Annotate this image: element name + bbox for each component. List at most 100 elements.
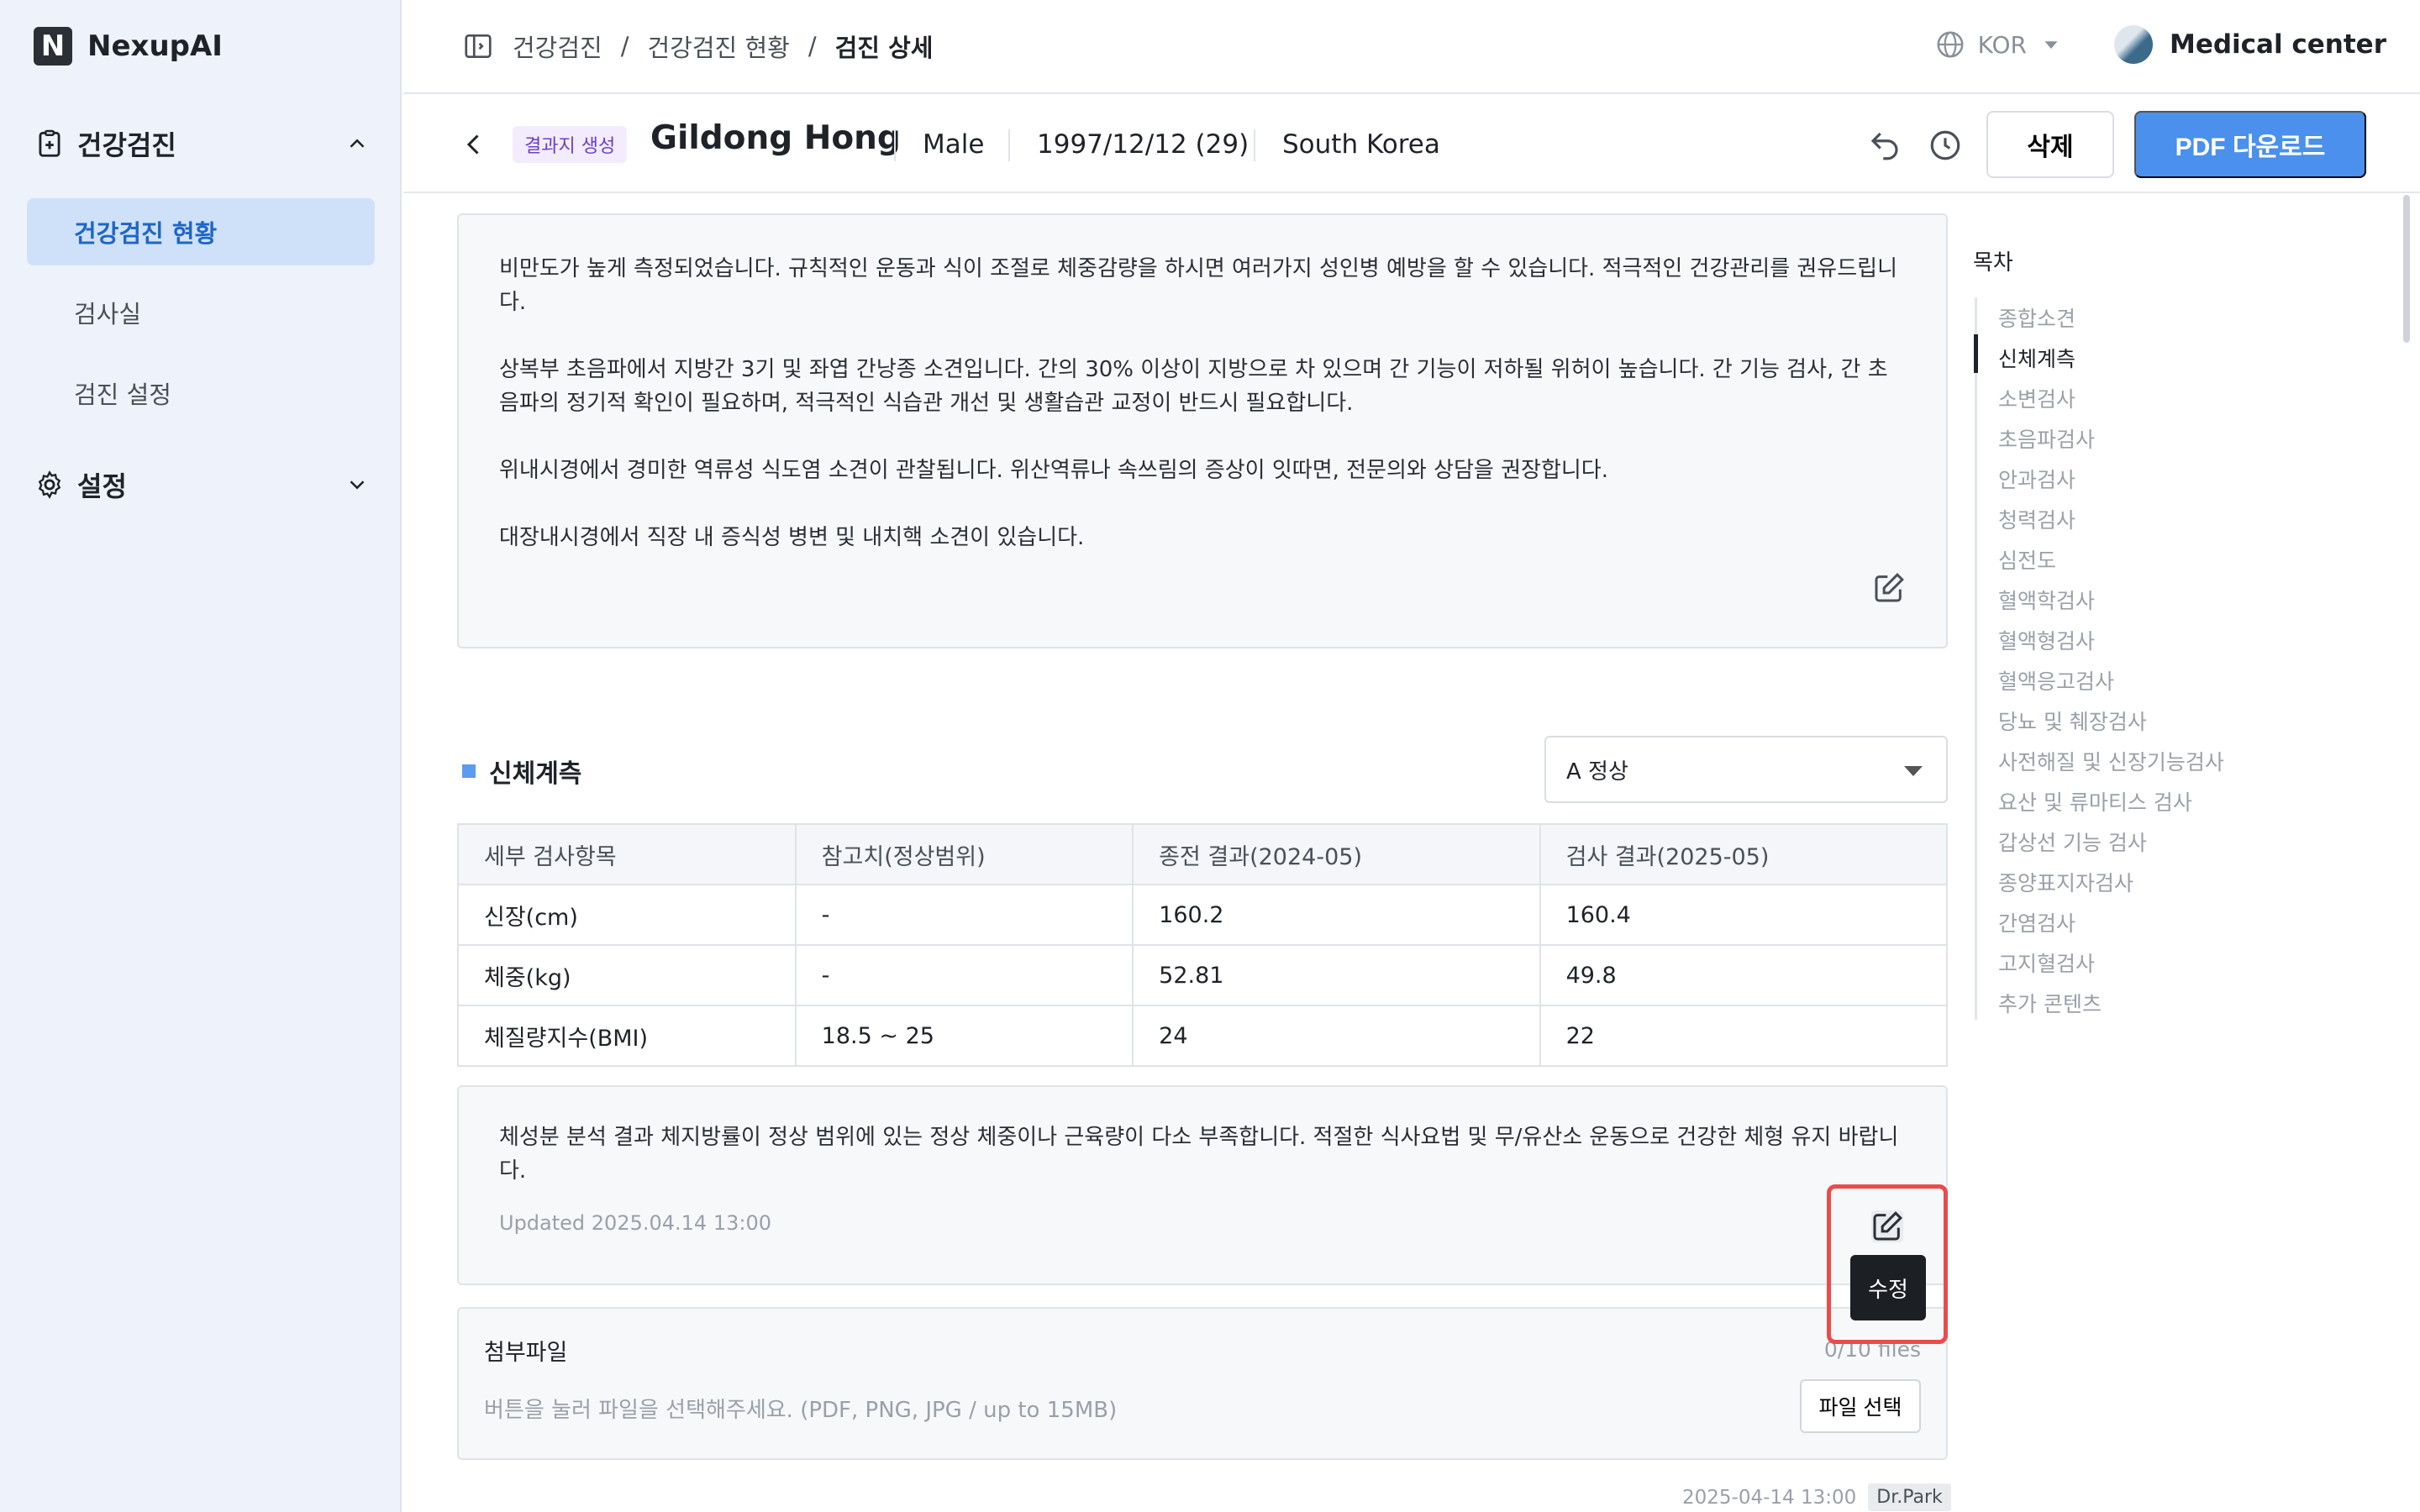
table-cell: 신장(cm): [457, 884, 797, 946]
table-row: 체중(kg) - 52.81 49.8: [457, 944, 1949, 1006]
toc-item[interactable]: 종합소견: [1998, 297, 2224, 338]
summary-paragraph: 위내시경에서 경미한 역류성 식도염 소견이 관찰됩니다. 위산역류나 속쓰림의…: [499, 458, 1608, 483]
table-cell: 160.4: [1539, 884, 1949, 946]
table-header-row: 세부 검사항목 참고치(정상범위) 종전 결과(2024-05) 검사 결과(2…: [457, 823, 1949, 885]
table-row: 체질량지수(BMI) 18.5 ~ 25 24 22: [457, 1005, 1949, 1067]
doctor-tag: Dr.Park: [1868, 1483, 1951, 1511]
delete-button[interactable]: 삭제: [1986, 111, 2114, 178]
breadcrumb-separator: /: [620, 32, 629, 60]
divider: [1254, 129, 1255, 161]
attachments-hint: 버튼을 눌러 파일을 선택해주세요. (PDF, PNG, JPG / up t…: [484, 1398, 1118, 1423]
column-header: 검사 결과(2025-05): [1539, 823, 1949, 885]
sidebar-toggle-icon[interactable]: [462, 30, 494, 62]
avatar[interactable]: [2113, 25, 2153, 64]
top-bar: 건강검진 / 건강검진 현황 / 검진 상세 KOR Medical cente…: [403, 0, 2420, 94]
toc-item[interactable]: 요산 및 류마티스 검사: [1998, 781, 2224, 822]
table-cell: -: [794, 884, 1134, 946]
toc-item-active[interactable]: 신체계측: [1998, 338, 2224, 378]
toc-item[interactable]: 안과검사: [1998, 459, 2224, 499]
patient-sex: Male: [923, 129, 985, 160]
logo-mark: N: [34, 27, 72, 66]
toc-list: 종합소견 신체계측 소변검사 초음파검사 안과검사 청력검사 심전도 혈액학검사…: [1998, 297, 2224, 1023]
toc-item[interactable]: 고지혈검사: [1998, 942, 2224, 983]
edit-icon[interactable]: [1870, 1210, 1904, 1243]
table-cell: 18.5 ~ 25: [794, 1005, 1134, 1067]
pdf-download-button[interactable]: PDF 다운로드: [2134, 111, 2366, 178]
file-select-button[interactable]: 파일 선택: [1800, 1379, 1921, 1433]
table-cell: 체중(kg): [457, 944, 797, 1006]
section-marker: [462, 764, 476, 778]
toc-item[interactable]: 종양표지자검사: [1998, 862, 2224, 902]
summary-paragraph: 비만도가 높게 측정되었습니다. 규칙적인 운동과 식이 조절로 체중감량을 하…: [499, 256, 1897, 315]
table-cell: 52.81: [1132, 944, 1541, 1006]
history-clock-icon[interactable]: [1928, 128, 1963, 163]
app-logo[interactable]: N NexupAI: [34, 27, 223, 66]
edit-tooltip: 수정: [1850, 1255, 1926, 1320]
table-cell: 22: [1539, 1005, 1949, 1067]
grade-select[interactable]: A 정상: [1544, 736, 1948, 803]
toc-item[interactable]: 청력검사: [1998, 499, 2224, 539]
table-cell: 체질량지수(BMI): [457, 1005, 797, 1067]
caret-down-icon: [2044, 41, 2058, 49]
status-badge: 결과지 생성: [513, 126, 628, 163]
clipboard-plus-icon: [39, 129, 60, 157]
comment-card: 체성분 분석 결과 체지방률이 정상 범위에 있는 정상 체중이나 근육량이 다…: [457, 1085, 1948, 1285]
toc-item[interactable]: 초음파검사: [1998, 418, 2224, 459]
undo-icon[interactable]: [1867, 128, 1902, 163]
sidebar: N NexupAI 건강검진 건강검진 현황 검사실 검진 설정 설정: [0, 0, 402, 1512]
updated-timestamp: Updated 2025.04.14 13:00: [499, 1211, 771, 1235]
table-cell: 49.8: [1539, 944, 1949, 1006]
chevron-left-icon[interactable]: [459, 129, 489, 160]
divider: [1008, 129, 1010, 161]
scrollbar[interactable]: [2403, 195, 2410, 343]
patient-name: Gildong Hong: [650, 119, 901, 157]
toc-item[interactable]: 혈액학검사: [1998, 580, 2224, 620]
toc-item[interactable]: 추가 콘텐츠: [1998, 983, 2224, 1023]
footer-timestamp: 2025-04-14 13:00: [1682, 1486, 1857, 1509]
nav-group-label: 건강검진: [77, 129, 176, 161]
gear-icon: [38, 470, 61, 499]
nav-group-checkup[interactable]: 건강검진: [34, 124, 370, 163]
caret-down-icon: [1904, 766, 1923, 776]
toc-item[interactable]: 혈액형검사: [1998, 620, 2224, 660]
sidebar-item-checkup-status[interactable]: 건강검진 현황: [27, 198, 375, 265]
top-right-controls: KOR Medical center: [1934, 25, 2386, 64]
toc-title: 목차: [1973, 250, 2013, 276]
breadcrumb-separator: /: [808, 32, 817, 60]
toc-item[interactable]: 당뇨 및 췌장검사: [1998, 701, 2224, 741]
sidebar-item-lab[interactable]: 검사실: [27, 279, 375, 346]
attachments-card: 첨부파일 0/10 files 버튼을 눌러 파일을 선택해주세요. (PDF,…: [457, 1307, 1948, 1460]
center-name[interactable]: Medical center: [2170, 29, 2386, 60]
breadcrumb: 건강검진 / 건강검진 현황 / 검진 상세: [462, 29, 933, 64]
column-header: 종전 결과(2024-05): [1132, 823, 1541, 885]
attachments-title: 첨부파일: [484, 1340, 568, 1366]
nav-group-label: 설정: [77, 470, 127, 502]
table-row: 신장(cm) - 160.2 160.4: [457, 884, 1949, 946]
toc-item[interactable]: 소변검사: [1998, 378, 2224, 418]
toc-item[interactable]: 간염검사: [1998, 902, 2224, 942]
breadcrumb-item[interactable]: 건강검진: [513, 29, 602, 64]
column-header: 세부 검사항목: [457, 823, 797, 885]
app-name: NexupAI: [87, 29, 223, 63]
summary-paragraph: 대장내시경에서 직장 내 증식성 병변 및 내치핵 소견이 있습니다.: [499, 525, 1085, 550]
nav-group-settings[interactable]: 설정: [34, 465, 370, 504]
toc-item[interactable]: 사전해질 및 신장기능검사: [1998, 741, 2224, 781]
table-cell: 24: [1132, 1005, 1541, 1067]
section-title-text: 신체계측: [489, 759, 582, 789]
sidebar-item-checkup-settings[interactable]: 검진 설정: [27, 360, 375, 427]
edit-icon[interactable]: [1872, 571, 1906, 605]
language-select[interactable]: KOR: [1934, 29, 2064, 60]
toc-active-indicator: [1974, 334, 1978, 373]
breadcrumb-item[interactable]: 건강검진 현황: [648, 29, 790, 64]
breadcrumb-current: 검진 상세: [834, 34, 934, 62]
toc-item[interactable]: 갑상선 기능 검사: [1998, 822, 2224, 862]
column-header: 참고치(정상범위): [794, 823, 1134, 885]
table-cell: -: [794, 944, 1134, 1006]
chevron-down-icon[interactable]: [345, 472, 370, 497]
globe-icon: [1937, 31, 1964, 58]
summary-paragraph: 상복부 초음파에서 지방간 3기 및 좌엽 간낭종 소견입니다. 간의 30% …: [499, 357, 1888, 416]
toc-item[interactable]: 혈액응고검사: [1998, 660, 2224, 701]
body-measurement-table: 세부 검사항목 참고치(정상범위) 종전 결과(2024-05) 검사 결과(2…: [457, 823, 1949, 1067]
chevron-up-icon[interactable]: [345, 131, 370, 156]
toc-item[interactable]: 심전도: [1998, 539, 2224, 580]
